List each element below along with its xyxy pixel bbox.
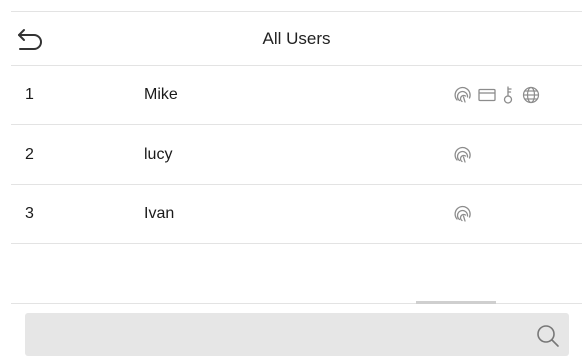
user-name: Ivan xyxy=(144,205,175,222)
credential-icons xyxy=(453,204,473,224)
user-row[interactable]: 3 Ivan xyxy=(11,184,582,244)
password-key-icon xyxy=(503,86,513,104)
back-button[interactable] xyxy=(14,26,48,52)
empty-list-row xyxy=(11,243,582,304)
credential-icons xyxy=(453,85,541,105)
user-row[interactable]: 1 Mike xyxy=(11,65,582,125)
search-input[interactable] xyxy=(25,313,569,356)
fingerprint-icon xyxy=(454,146,471,163)
fingerprint-icon xyxy=(454,205,471,222)
user-name: Mike xyxy=(144,86,178,103)
card-icon xyxy=(478,88,496,102)
all-users-screen: All Users 1 Mike 2 lucy 3 Ivan xyxy=(11,0,582,358)
user-row[interactable]: 2 lucy xyxy=(11,125,582,185)
back-arrow-icon xyxy=(18,29,42,50)
scroll-indicator[interactable] xyxy=(416,301,496,304)
face-icon xyxy=(522,86,540,104)
user-id: 1 xyxy=(25,86,34,103)
fingerprint-icon xyxy=(454,86,471,103)
header-bar: All Users xyxy=(11,11,582,66)
user-name: lucy xyxy=(144,146,173,163)
credential-icons xyxy=(453,145,473,165)
user-id: 3 xyxy=(25,205,34,222)
page-title: All Users xyxy=(262,29,331,48)
search-icon[interactable] xyxy=(535,323,561,349)
user-id: 2 xyxy=(25,146,34,163)
